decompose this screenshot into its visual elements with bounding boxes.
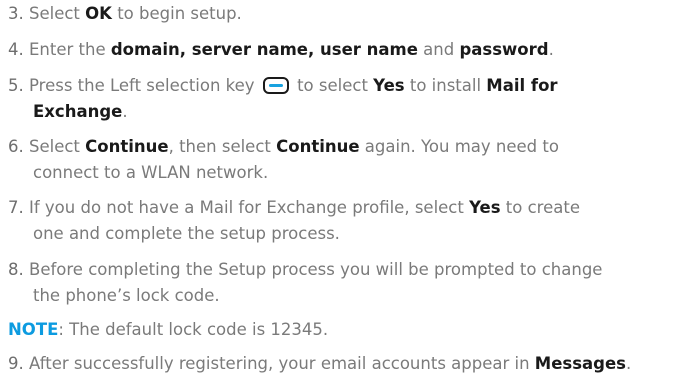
left-selection-key-icon	[262, 77, 289, 94]
step-5: 5. Press the Left selection key to selec…	[8, 76, 558, 95]
step-7-continuation: one and complete the setup process.	[33, 224, 340, 243]
step-8: 8. Before completing the Setup process y…	[8, 260, 603, 279]
step-7: 7. If you do not have a Mail for Exchang…	[8, 198, 580, 217]
step-6: 6. Select Continue, then select Continue…	[8, 137, 559, 156]
instruction-document: 3. Select OK to begin setup. 4. Enter th…	[0, 0, 698, 377]
step-5-continuation: Exchange.	[33, 102, 128, 121]
note-label: NOTE	[8, 320, 59, 339]
step-6-continuation: connect to a WLAN network.	[33, 163, 269, 182]
step-8-continuation: the phone’s lock code.	[33, 286, 220, 305]
step-9: 9. After successfully registering, your …	[8, 354, 632, 373]
step-3: 3. Select OK to begin setup.	[8, 4, 242, 23]
note: NOTE: The default lock code is 12345.	[8, 320, 329, 339]
step-4: 4. Enter the domain, server name, user n…	[8, 40, 554, 59]
